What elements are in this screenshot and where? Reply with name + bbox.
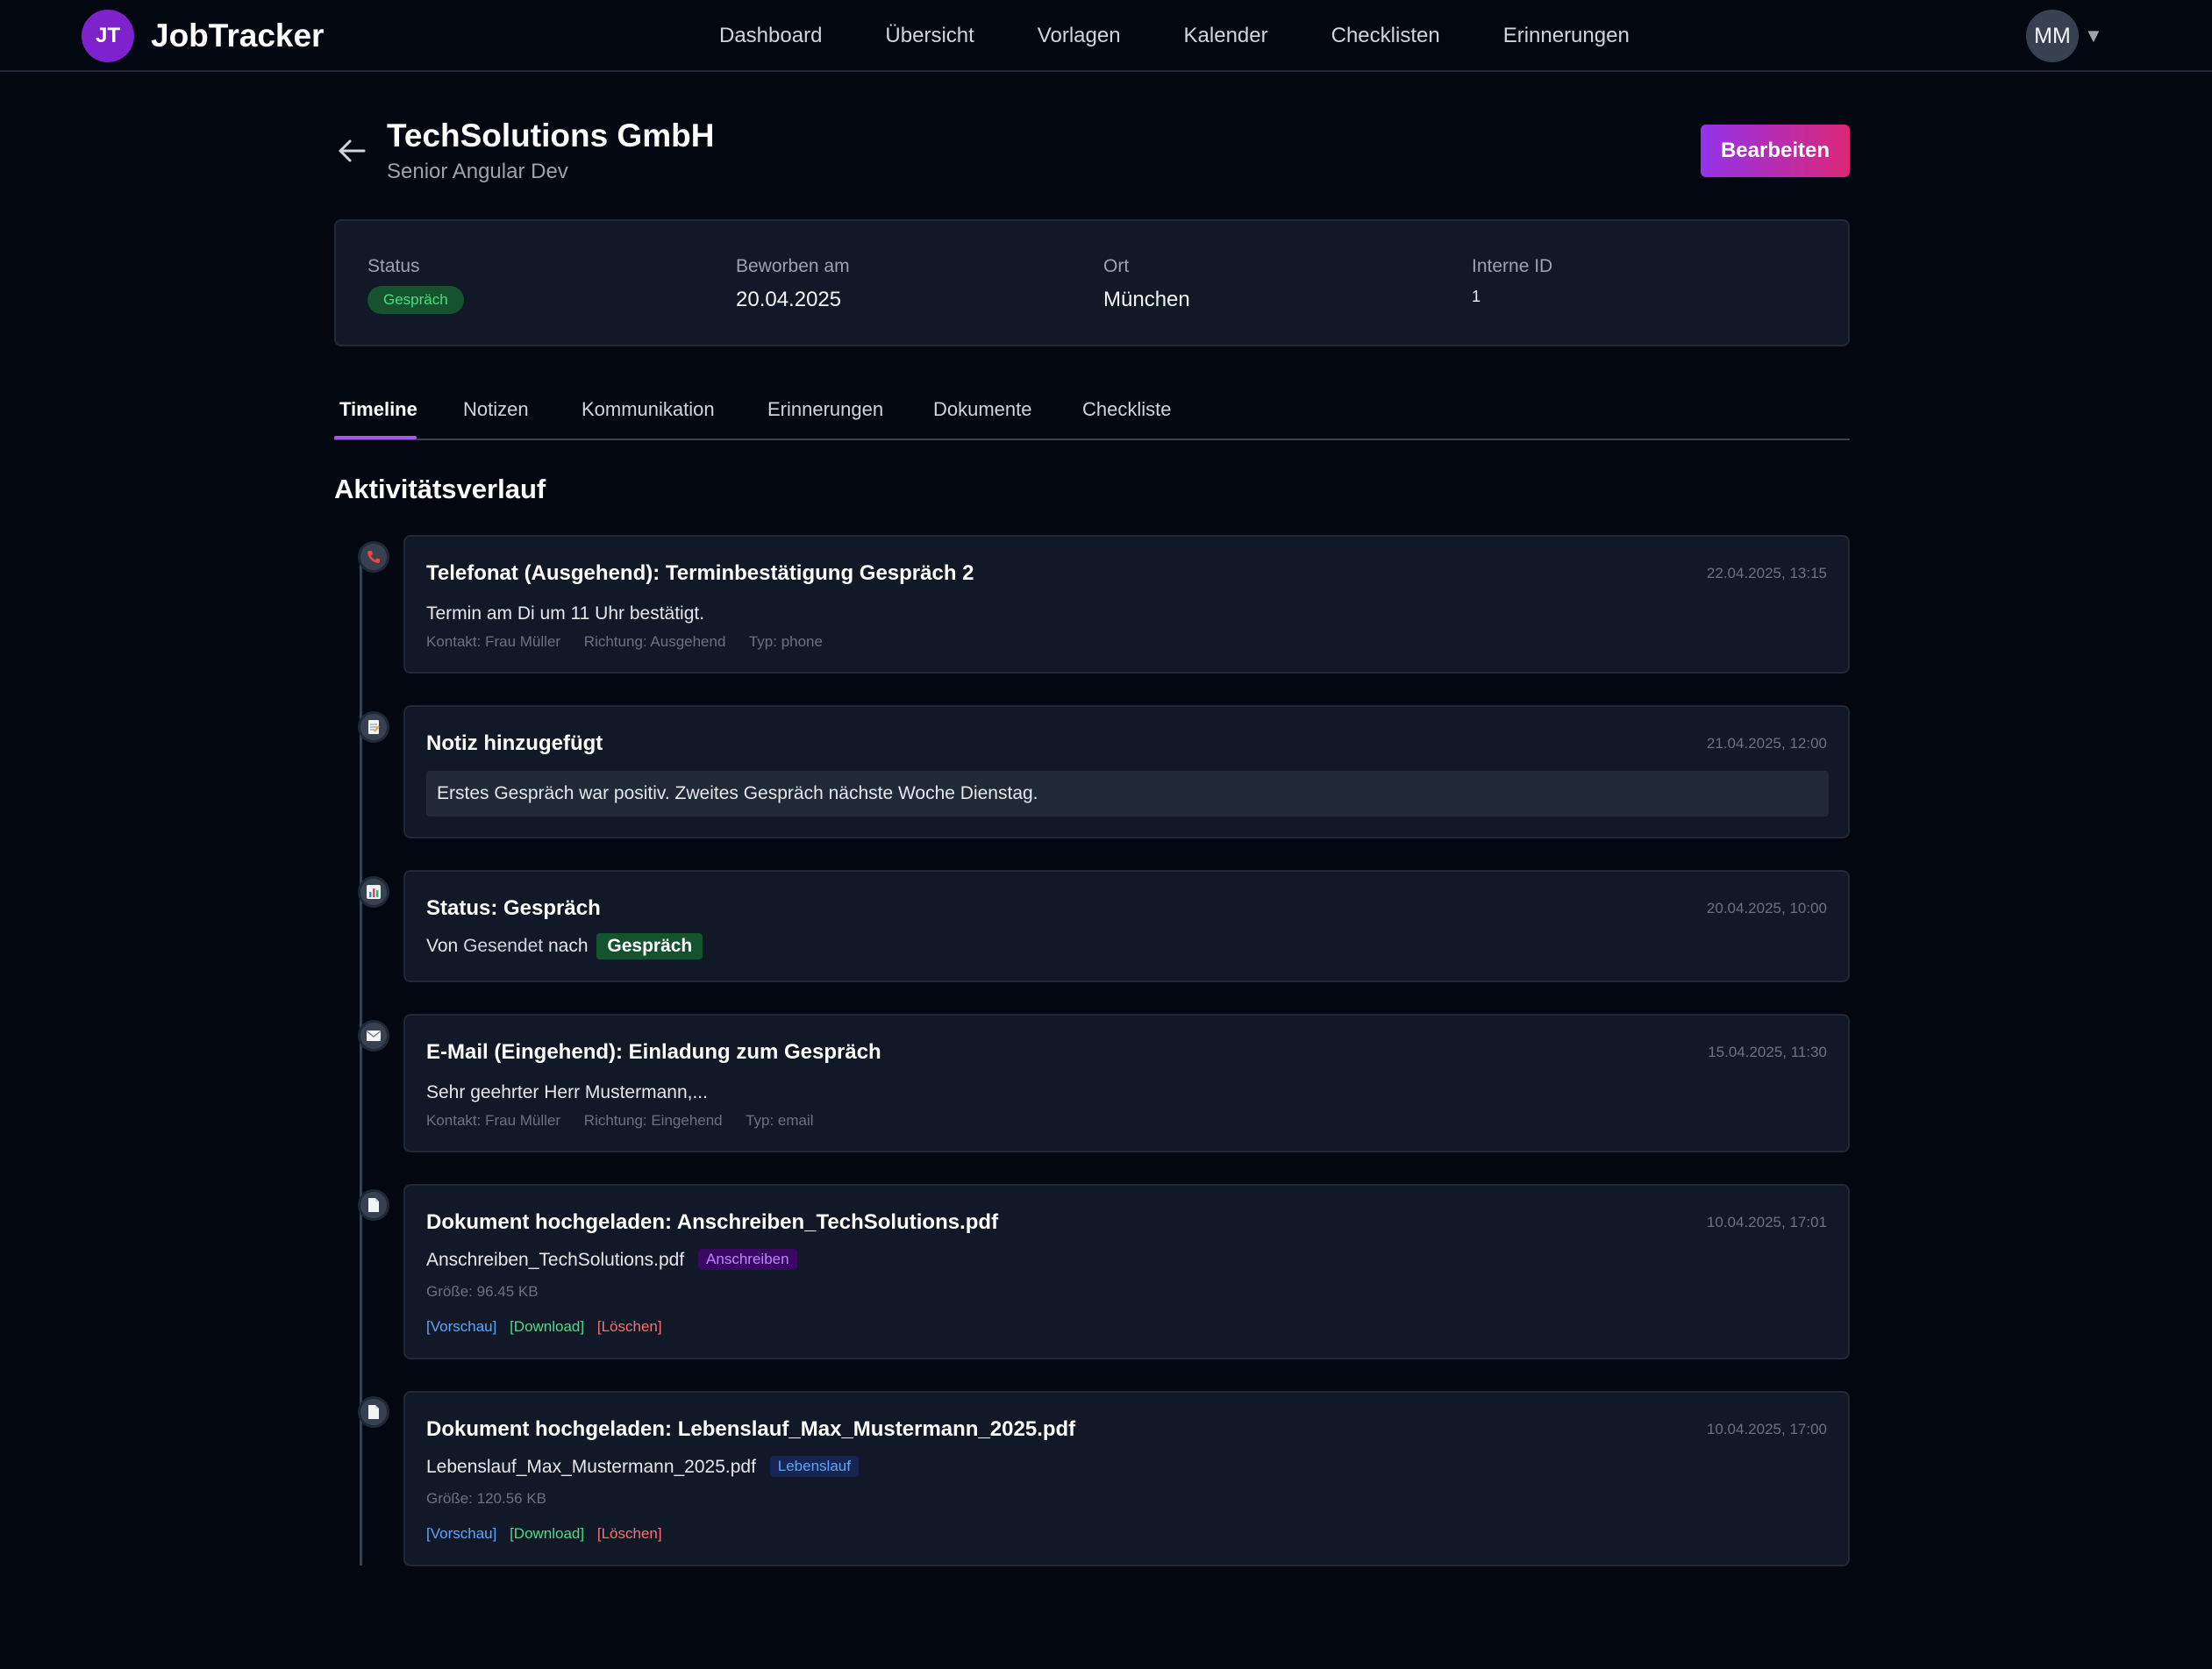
avatar[interactable]: MM [2026,10,2079,62]
section-title: Aktivitätsverlauf [334,474,546,504]
nav-link-dashboard[interactable]: Dashboard [719,24,822,48]
delete-link[interactable]: [Löschen] [597,1318,662,1335]
preview-link[interactable]: [Vorschau] [426,1318,496,1335]
document-actions: [Vorschau] [Download] [Löschen] [426,1525,671,1543]
timeline-item-document: Dokument hochgeladen: Anschreiben_TechSo… [403,1184,1850,1359]
timeline-item-time: 15.04.2025, 11:30 [1708,1044,1827,1060]
tab-notes[interactable]: Notizen [463,398,529,421]
nav-link-reminders[interactable]: Erinnerungen [1503,24,1630,48]
timeline-item-body: Sehr geehrter Herr Mustermann,... [426,1082,708,1102]
chevron-down-icon[interactable]: ▼ [2084,25,2103,47]
delete-link[interactable]: [Löschen] [597,1525,662,1542]
top-navbar: JT JobTracker Dashboard Übersicht Vorlag… [0,0,2212,72]
nav-link-templates[interactable]: Vorlagen [1038,24,1121,48]
timeline-item-time: 10.04.2025, 17:01 [1706,1214,1827,1230]
nav-links: Dashboard Übersicht Vorlagen Kalender Ch… [719,0,1693,72]
document-icon [358,1396,389,1428]
tab-timeline[interactable]: Timeline [339,398,417,421]
meta-contact: Kontakt: Frau Müller [426,633,561,650]
info-location: Ort München [1103,256,1190,312]
brand[interactable]: JT JobTracker [82,9,324,63]
phone-icon [358,541,389,573]
page-title: TechSolutions GmbH [387,118,715,153]
nav-link-calendar[interactable]: Kalender [1184,24,1268,48]
internal-id-label: Interne ID [1472,256,1553,276]
timeline-item-time: 20.04.2025, 10:00 [1706,900,1827,917]
timeline-item-title: Telefonat (Ausgehend): Terminbestätigung… [426,561,974,585]
tab-bar: Timeline Notizen Kommunikation Erinnerun… [334,386,1850,440]
timeline-item-time: 10.04.2025, 17:00 [1706,1421,1827,1437]
info-status: Status Gespräch [367,256,464,314]
internal-id-value: 1 [1472,288,1481,305]
timeline-item-title: Dokument hochgeladen: Anschreiben_TechSo… [426,1210,999,1234]
preview-link[interactable]: [Vorschau] [426,1525,496,1542]
timeline-item-meta: Kontakt: Frau Müller Richtung: Ausgehend… [426,633,842,651]
status-label: Status [367,256,420,276]
document-size: Größe: 120.56 KB [426,1490,547,1507]
edit-button[interactable]: Bearbeiten [1701,125,1850,177]
location-value: München [1103,288,1190,311]
nav-link-overview[interactable]: Übersicht [885,24,974,48]
meta-contact: Kontakt: Frau Müller [426,1112,561,1129]
timeline-item-time: 21.04.2025, 12:00 [1706,735,1827,752]
download-link[interactable]: [Download] [510,1525,584,1542]
document-file: Anschreiben_TechSolutions.pdf Anschreibe… [426,1249,797,1271]
document-filename: Anschreiben_TechSolutions.pdf [426,1250,685,1270]
application-info-card: Status Gespräch Beworben am 20.04.2025 O… [334,219,1850,346]
meta-direction: Richtung: Ausgehend [583,633,726,650]
timeline-item-body: Termin am Di um 11 Uhr bestätigt. [426,603,705,624]
job-position: Senior Angular Dev [387,160,568,183]
meta-direction: Richtung: Eingehend [583,1112,723,1129]
status-from: Gesendet [463,936,544,956]
tab-communication[interactable]: Kommunikation [582,398,715,421]
info-applied: Beworben am 20.04.2025 [736,256,850,312]
applied-value: 20.04.2025 [736,288,842,311]
applied-label: Beworben am [736,256,850,276]
meta-type: Typ: email [746,1112,814,1129]
tab-reminders[interactable]: Erinnerungen [767,398,883,421]
timeline-item-title: Dokument hochgeladen: Lebenslauf_Max_Mus… [426,1417,1076,1441]
email-icon [358,1020,389,1052]
timeline-item-time: 22.04.2025, 13:15 [1706,565,1827,581]
download-link[interactable]: [Download] [510,1318,584,1335]
status-from-prefix: Von [426,936,459,956]
timeline-item-status: Status: Gespräch 20.04.2025, 10:00 Von G… [403,870,1850,982]
active-tab-indicator [334,436,417,439]
timeline-item-title: Status: Gespräch [426,896,601,920]
timeline-item-document: Dokument hochgeladen: Lebenslauf_Max_Mus… [403,1391,1850,1566]
status-badge: Gespräch [596,933,703,959]
page-header: TechSolutions GmbH Senior Angular Dev Be… [334,116,1850,186]
tab-checklist[interactable]: Checkliste [1082,398,1171,421]
status-to-prefix: nach [547,936,589,956]
document-file: Lebenslauf_Max_Mustermann_2025.pdf Leben… [426,1456,859,1478]
back-arrow-icon[interactable] [334,133,369,168]
status-badge: Gespräch [367,286,464,314]
document-tag: Lebenslauf [769,1456,859,1477]
timeline-item-meta: Kontakt: Frau Müller Richtung: Eingehend… [426,1112,833,1130]
timeline-item-note: Notiz hinzugefügt 21.04.2025, 12:00 Erst… [403,705,1850,838]
timeline-item-title: Notiz hinzugefügt [426,731,603,755]
document-icon [358,1189,389,1221]
note-icon [358,711,389,743]
nav-link-checklists[interactable]: Checklisten [1331,24,1440,48]
status-change-text: Von Gesendet nach Gespräch [426,933,703,959]
timeline-item-title: E-Mail (Eingehend): Einladung zum Gesprä… [426,1040,881,1064]
info-internal-id: Interne ID 1 [1472,256,1552,306]
brand-name: JobTracker [151,18,325,53]
document-filename: Lebenslauf_Max_Mustermann_2025.pdf [426,1457,756,1477]
user-menu[interactable]: MM ▼ [2026,9,2103,63]
meta-type: Typ: phone [748,633,823,650]
timeline-item-phone: Telefonat (Ausgehend): Terminbestätigung… [403,535,1850,674]
document-actions: [Vorschau] [Download] [Löschen] [426,1318,671,1336]
location-label: Ort [1103,256,1130,276]
document-tag: Anschreiben [698,1249,797,1270]
document-size: Größe: 96.45 KB [426,1283,539,1300]
brand-logo: JT [82,10,134,62]
chart-icon [358,876,389,908]
note-content: Erstes Gespräch war positiv. Zweites Ges… [426,771,1829,817]
timeline-item-email: E-Mail (Eingehend): Einladung zum Gesprä… [403,1014,1850,1152]
tab-documents[interactable]: Dokumente [933,398,1032,421]
